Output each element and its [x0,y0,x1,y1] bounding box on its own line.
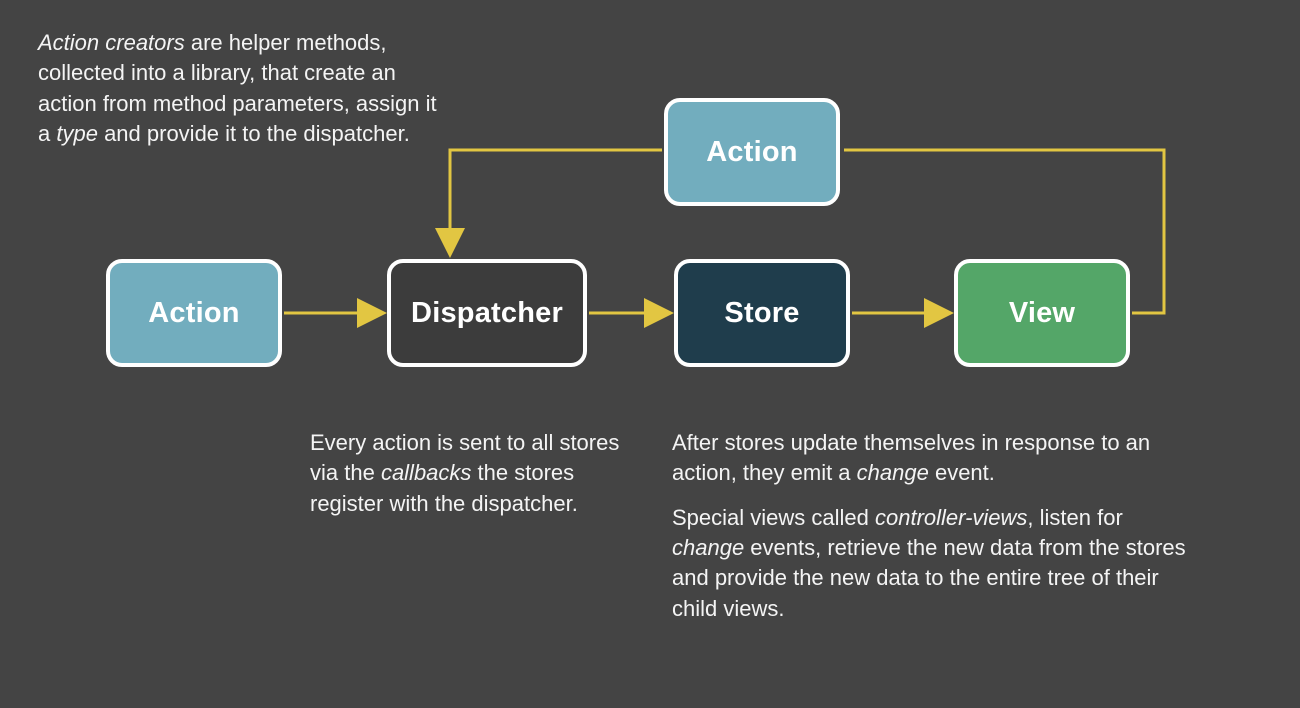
arrow-action-to-dispatcher-top [450,150,662,252]
node-action-top: Action [664,98,840,206]
caption-store-view: After stores update themselves in respon… [672,428,1192,638]
node-view: View [954,259,1130,367]
caption-store-view-p2: Special views called controller-views, l… [672,503,1192,624]
node-store: Store [674,259,850,367]
caption-store-view-p1: After stores update themselves in respon… [672,428,1192,489]
caption-dispatcher: Every action is sent to all stores via t… [310,428,630,519]
caption-action-creators: Action creators are helper methods, coll… [38,28,438,149]
node-dispatcher: Dispatcher [387,259,587,367]
node-action-left: Action [106,259,282,367]
diagram-canvas: Action creators are helper methods, coll… [0,0,1300,708]
